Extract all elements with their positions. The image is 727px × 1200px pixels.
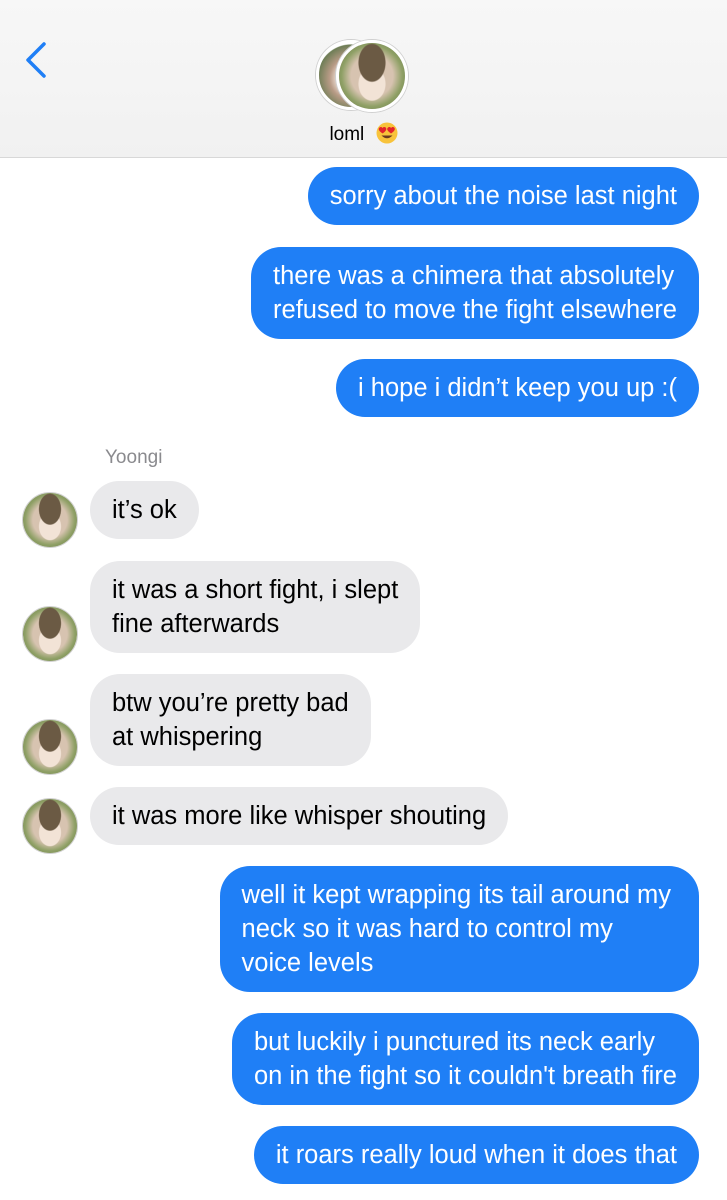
message-line: voice levels bbox=[241, 949, 374, 977]
message-line: at whispering bbox=[112, 723, 263, 751]
message-line: neck so it was hard to control my bbox=[241, 915, 613, 943]
message-bubble-incoming[interactable]: it was more like whisper shouting bbox=[90, 787, 509, 845]
message-line: sorry about the noise last night bbox=[329, 182, 677, 210]
message-bubble-incoming[interactable]: it’s ok bbox=[90, 481, 199, 539]
sender-avatar[interactable] bbox=[22, 492, 78, 548]
message-line: it roars really loud when it does that bbox=[275, 1141, 677, 1169]
message-line: but luckily i punctured its neck early bbox=[253, 1028, 656, 1056]
message-bubble-outgoing[interactable]: sorry about the noise last night bbox=[307, 167, 699, 225]
contact-avatar-group[interactable] bbox=[316, 40, 412, 112]
message-line: well it kept wrapping its tail around my bbox=[241, 881, 671, 909]
sender-avatar[interactable] bbox=[22, 798, 78, 854]
message-bubble-incoming[interactable]: it was a short fight, i slept fine after… bbox=[90, 561, 421, 653]
sender-avatar[interactable] bbox=[22, 606, 78, 662]
contact-name-row[interactable]: loml bbox=[0, 122, 727, 146]
message-line: refused to move the fight elsewhere bbox=[273, 296, 677, 324]
message-line: it was more like whisper shouting bbox=[112, 802, 487, 830]
sender-name-label: Yoongi bbox=[105, 447, 163, 468]
message-bubble-outgoing[interactable]: i hope i didn’t keep you up :( bbox=[336, 359, 699, 417]
message-line: fine afterwards bbox=[112, 610, 280, 638]
contact-avatar bbox=[336, 40, 408, 112]
message-bubble-outgoing[interactable]: but luckily i punctured its neck early o… bbox=[231, 1013, 699, 1105]
message-line: on in the fight so it couldn't breath fi… bbox=[253, 1062, 677, 1090]
message-bubble-incoming[interactable]: btw you’re pretty bad at whispering bbox=[90, 674, 371, 766]
back-chevron-icon[interactable] bbox=[22, 40, 54, 80]
message-bubble-outgoing[interactable]: well it kept wrapping its tail around my… bbox=[219, 866, 699, 992]
message-line: btw you’re pretty bad bbox=[112, 689, 349, 717]
message-line: i hope i didn’t keep you up :( bbox=[358, 374, 677, 402]
message-bubble-outgoing[interactable]: there was a chimera that absolutely refu… bbox=[251, 247, 699, 339]
message-line: it’s ok bbox=[112, 496, 177, 524]
sender-avatar[interactable] bbox=[22, 719, 78, 775]
message-bubble-outgoing[interactable]: it roars really loud when it does that bbox=[253, 1126, 699, 1184]
message-line: there was a chimera that absolutely bbox=[273, 262, 675, 290]
contact-name: loml bbox=[329, 124, 365, 145]
conversation-header: loml bbox=[0, 0, 727, 158]
message-line: it was a short fight, i slept bbox=[112, 576, 399, 604]
heart-eyes-emoji-icon bbox=[376, 122, 398, 144]
